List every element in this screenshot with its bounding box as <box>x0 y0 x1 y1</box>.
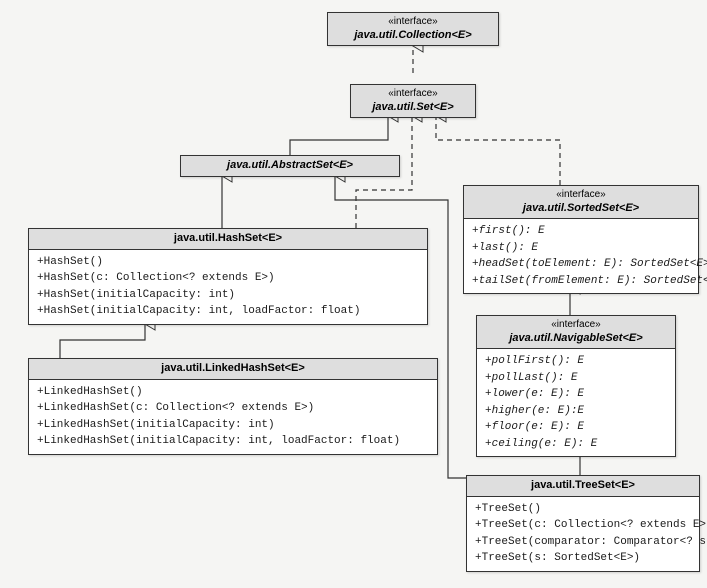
class-abstractset: java.util.AbstractSet<E> <box>180 155 400 177</box>
member-row: +HashSet(initialCapacity: int) <box>37 287 419 304</box>
class-treeset-members: +TreeSet()+TreeSet(c: Collection<? exten… <box>467 497 699 571</box>
class-hashset-members: +HashSet()+HashSet(c: Collection<? exten… <box>29 250 427 324</box>
class-treeset-title: java.util.TreeSet<E> <box>467 476 699 497</box>
member-row: +first(): E <box>472 223 690 240</box>
class-sortedset-title: «interface» java.util.SortedSet<E> <box>464 186 698 219</box>
member-row: +LinkedHashSet(initialCapacity: int) <box>37 417 429 434</box>
stereotype-label: «interface» <box>483 319 669 332</box>
class-set-title: «interface» java.util.Set<E> <box>351 85 475 117</box>
class-collection-title: «interface» java.util.Collection<E> <box>328 13 498 45</box>
class-collection-name: java.util.Collection<E> <box>354 29 471 41</box>
class-sortedset: «interface» java.util.SortedSet<E> +firs… <box>463 185 699 294</box>
stereotype-label: «interface» <box>334 16 492 29</box>
class-linkedhashset: java.util.LinkedHashSet<E> +LinkedHashSe… <box>28 358 438 455</box>
member-row: +ceiling(e: E): E <box>485 436 667 453</box>
class-navigableset: «interface» java.util.NavigableSet<E> +p… <box>476 315 676 457</box>
class-linkedhashset-name: java.util.LinkedHashSet<E> <box>161 362 305 374</box>
member-row: +last(): E <box>472 240 690 257</box>
member-row: +lower(e: E): E <box>485 386 667 403</box>
class-set: «interface» java.util.Set<E> <box>350 84 476 118</box>
member-row: +headSet(toElement: E): SortedSet<E> <box>472 256 690 273</box>
member-row: +LinkedHashSet(c: Collection<? extends E… <box>37 400 429 417</box>
class-hashset: java.util.HashSet<E> +HashSet()+HashSet(… <box>28 228 428 325</box>
stereotype-label: «interface» <box>470 189 692 202</box>
class-collection: «interface» java.util.Collection<E> <box>327 12 499 46</box>
class-navigableset-members: +pollFirst(): E+pollLast(): E+lower(e: E… <box>477 349 675 456</box>
member-row: +TreeSet(c: Collection<? extends E>) <box>475 517 691 534</box>
class-hashset-name: java.util.HashSet<E> <box>174 232 282 244</box>
member-row: +floor(e: E): E <box>485 419 667 436</box>
member-row: +pollFirst(): E <box>485 353 667 370</box>
class-linkedhashset-title: java.util.LinkedHashSet<E> <box>29 359 437 380</box>
member-row: +LinkedHashSet() <box>37 384 429 401</box>
class-abstractset-name: java.util.AbstractSet<E> <box>227 159 353 171</box>
member-row: +HashSet(c: Collection<? extends E>) <box>37 270 419 287</box>
member-row: +HashSet() <box>37 254 419 271</box>
class-abstractset-title: java.util.AbstractSet<E> <box>181 156 399 176</box>
class-treeset-name: java.util.TreeSet<E> <box>531 479 635 491</box>
member-row: +higher(e: E):E <box>485 403 667 420</box>
class-linkedhashset-members: +LinkedHashSet()+LinkedHashSet(c: Collec… <box>29 380 437 454</box>
member-row: +TreeSet() <box>475 501 691 518</box>
member-row: +LinkedHashSet(initialCapacity: int, loa… <box>37 433 429 450</box>
class-navigableset-name: java.util.NavigableSet<E> <box>509 332 642 344</box>
class-treeset: java.util.TreeSet<E> +TreeSet()+TreeSet(… <box>466 475 700 572</box>
class-hashset-title: java.util.HashSet<E> <box>29 229 427 250</box>
class-sortedset-members: +first(): E+last(): E+headSet(toElement:… <box>464 219 698 293</box>
class-sortedset-name: java.util.SortedSet<E> <box>523 202 639 214</box>
stereotype-label: «interface» <box>357 88 469 101</box>
class-set-name: java.util.Set<E> <box>372 101 453 113</box>
member-row: +TreeSet(comparator: Comparator<? super … <box>475 534 691 551</box>
class-navigableset-title: «interface» java.util.NavigableSet<E> <box>477 316 675 349</box>
member-row: +HashSet(initialCapacity: int, loadFacto… <box>37 303 419 320</box>
member-row: +TreeSet(s: SortedSet<E>) <box>475 550 691 567</box>
member-row: +pollLast(): E <box>485 370 667 387</box>
member-row: +tailSet(fromElement: E): SortedSet<E> <box>472 273 690 290</box>
